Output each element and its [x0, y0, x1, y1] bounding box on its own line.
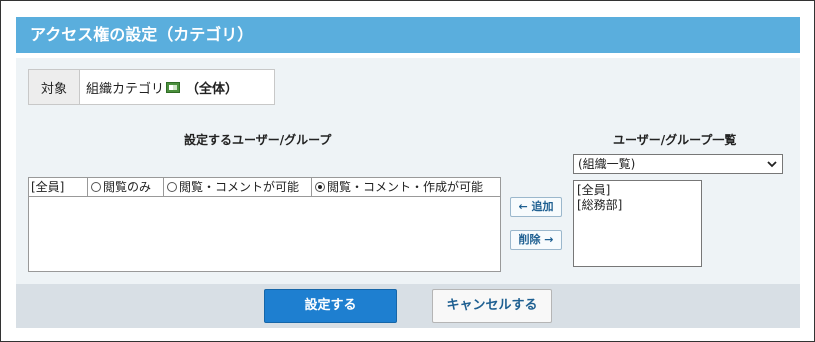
- category-icon: [166, 81, 181, 93]
- remove-button[interactable]: 削除 →: [510, 230, 562, 250]
- list-item[interactable]: [総務部]: [577, 198, 698, 213]
- dialog-frame: アクセス権の設定（カテゴリ） 対象 組織カテゴリ （全体） 設定するユーザー/グ…: [0, 0, 815, 342]
- option-label: 閲覧のみ: [103, 180, 152, 194]
- target-scope: （全体）: [186, 81, 239, 97]
- option-view-only[interactable]: 閲覧のみ: [88, 178, 164, 196]
- chevron-down-icon: [766, 155, 778, 178]
- option-label: 閲覧・コメント・作成が可能: [327, 180, 484, 194]
- option-view-comment-create[interactable]: 閲覧・コメント・作成が可能: [312, 178, 498, 196]
- radio-view-comment-create[interactable]: [315, 182, 325, 192]
- dialog-title: アクセス権の設定（カテゴリ）: [16, 17, 800, 53]
- target-value: 組織カテゴリ （全体）: [80, 70, 238, 104]
- users-listbox[interactable]: [全員] [総務部]: [573, 180, 702, 267]
- option-view-comment[interactable]: 閲覧・コメントが可能: [164, 178, 312, 196]
- target-label: 対象: [29, 70, 80, 104]
- option-label: 閲覧・コメントが可能: [179, 180, 300, 194]
- radio-view-only[interactable]: [91, 182, 101, 192]
- target-category: 組織カテゴリ: [86, 81, 165, 97]
- group-select-value: (組織一覧): [578, 157, 636, 171]
- settings-panel: 対象 組織カテゴリ （全体） 設定するユーザー/グループ [全員] 閲覧のみ 閲…: [16, 58, 800, 284]
- row-user: [全員]: [29, 178, 88, 196]
- selected-users-table: [全員] 閲覧のみ 閲覧・コメントが可能 閲覧・コメント・作成が可能: [28, 177, 501, 272]
- footer-bar: 設定する キャンセルする: [16, 284, 800, 328]
- list-heading: ユーザー/グループ一覧: [613, 133, 737, 147]
- submit-button[interactable]: 設定する: [264, 289, 397, 323]
- list-item[interactable]: [全員]: [577, 183, 698, 198]
- cancel-button[interactable]: キャンセルする: [432, 289, 552, 323]
- radio-view-comment[interactable]: [167, 182, 177, 192]
- table-row: [全員] 閲覧のみ 閲覧・コメントが可能 閲覧・コメント・作成が可能: [29, 178, 500, 197]
- add-button[interactable]: ← 追加: [510, 197, 562, 217]
- group-select[interactable]: (組織一覧): [573, 154, 783, 174]
- selected-heading: 設定するユーザー/グループ: [184, 133, 332, 147]
- target-field: 対象 組織カテゴリ （全体）: [28, 69, 275, 105]
